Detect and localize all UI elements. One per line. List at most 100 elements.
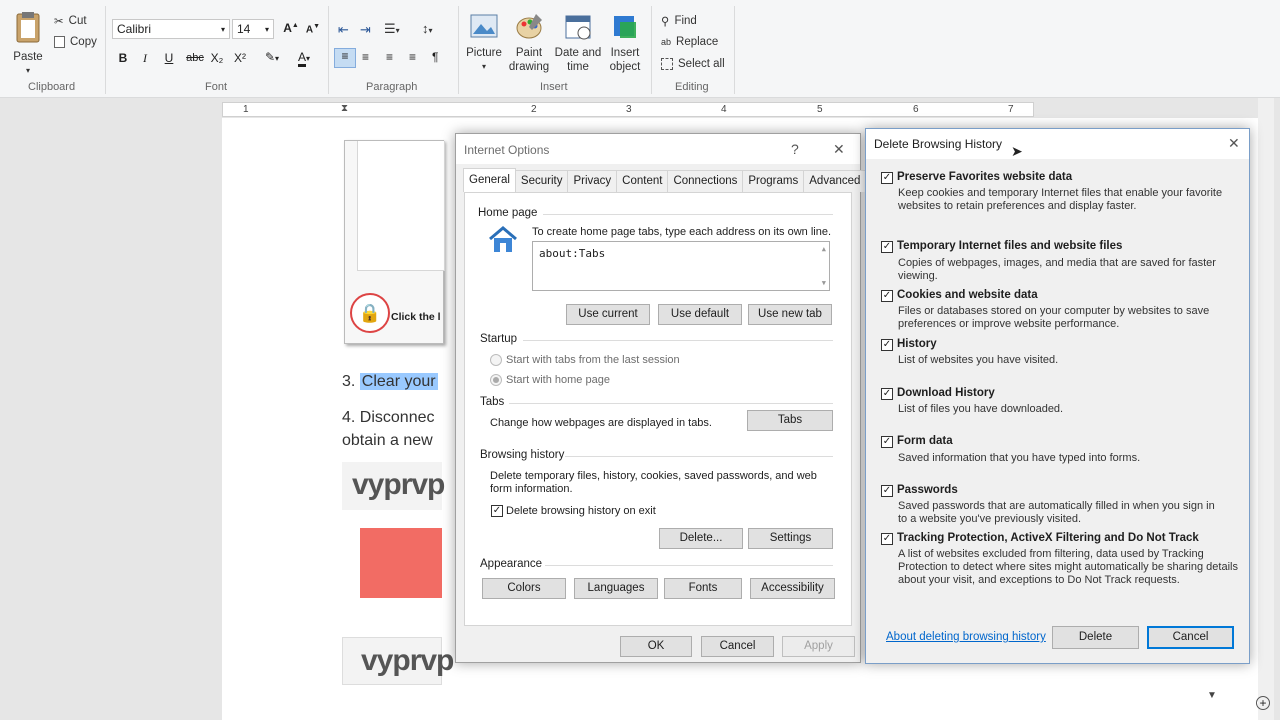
picture-icon xyxy=(470,14,498,38)
form-data-checkbox[interactable]: ✓ xyxy=(881,436,893,448)
tab-security[interactable]: Security xyxy=(514,170,569,192)
history-checkbox[interactable]: ✓ xyxy=(881,339,893,351)
delete-history-button[interactable]: Delete... xyxy=(659,528,743,549)
startup-home-page-label: Start with home page xyxy=(506,374,610,386)
tab-connections[interactable]: Connections xyxy=(667,170,744,192)
scroll-down-arrow[interactable]: ▼ xyxy=(1207,690,1217,701)
tabs-settings-button[interactable]: Tabs xyxy=(747,410,833,431)
cut-button[interactable]: ✂ Cut xyxy=(54,14,87,28)
tabs-description: Change how webpages are displayed in tab… xyxy=(490,417,712,429)
tab-general[interactable]: General xyxy=(463,168,516,192)
step-3-text[interactable]: 3. Clear your xyxy=(342,373,438,391)
delete-history-close-icon[interactable]: ✕ xyxy=(1228,135,1240,152)
preserve-favorites-checkbox[interactable]: ✓ xyxy=(881,172,893,184)
clipboard-group-label: Clipboard xyxy=(28,81,76,93)
tracking-protection-desc-1: A list of websites excluded from filteri… xyxy=(898,548,1204,560)
replace-button[interactable]: ab Replace xyxy=(661,36,718,48)
delete-on-exit-checkbox[interactable]: ✓ xyxy=(491,505,503,517)
cookies-checkbox[interactable]: ✓ xyxy=(881,290,893,302)
vypr-logo-banner: vyprvp xyxy=(342,462,445,510)
startup-home-page-radio[interactable] xyxy=(490,374,502,386)
ok-button[interactable]: OK xyxy=(620,636,692,657)
grow-font-button[interactable]: A▲ xyxy=(282,21,300,35)
copy-button[interactable]: Copy xyxy=(54,36,97,48)
shrink-font-button[interactable]: A▼ xyxy=(304,23,322,35)
general-tab-panel: Home page To create home page tabs, type… xyxy=(464,192,852,626)
fonts-button[interactable]: Fonts xyxy=(664,578,742,599)
zoom-in-icon[interactable]: + xyxy=(1256,696,1270,710)
bold-button[interactable]: B xyxy=(114,51,132,65)
font-family-select[interactable]: Calibri ▾ xyxy=(112,19,230,39)
close-icon[interactable]: ✕ xyxy=(833,141,845,158)
textarea-scroll-up-icon[interactable]: ▲ xyxy=(822,245,826,253)
italic-button[interactable]: I xyxy=(136,51,154,66)
vypr-logo-text-2: vyprvp xyxy=(361,644,454,677)
find-button[interactable]: ⚲ Find xyxy=(661,14,697,28)
history-title: History xyxy=(897,338,937,350)
use-new-tab-button[interactable]: Use new tab xyxy=(748,304,832,325)
highlight-pen-icon[interactable]: ✎▾ xyxy=(258,50,286,64)
align-center-icon[interactable]: ≡ xyxy=(362,50,369,64)
bullets-icon[interactable]: ☰▾ xyxy=(384,21,400,37)
history-settings-button[interactable]: Settings xyxy=(748,528,833,549)
home-page-textarea[interactable]: about:Tabs ▲ ▼ xyxy=(532,241,830,291)
align-left-icon[interactable]: ≡ xyxy=(334,48,356,68)
step-4-line-1[interactable]: 4. Disconnec xyxy=(342,409,435,427)
history-item-list: ✓ Preserve Favorites website data Keep c… xyxy=(866,159,1249,629)
cancel-button[interactable]: Cancel xyxy=(701,636,774,657)
justify-icon[interactable]: ≡ xyxy=(409,50,416,64)
download-history-checkbox[interactable]: ✓ xyxy=(881,388,893,400)
superscript-button[interactable]: X² xyxy=(231,51,249,65)
object-icon xyxy=(614,16,636,38)
font-group-label: Font xyxy=(205,81,228,93)
vertical-scrollbar[interactable] xyxy=(1258,98,1274,720)
step-4-line-2[interactable]: obtain a new xyxy=(342,432,433,450)
help-button[interactable]: ? xyxy=(791,141,799,157)
passwords-checkbox[interactable]: ✓ xyxy=(881,485,893,497)
insert-group-label: Insert xyxy=(540,81,568,93)
accessibility-button[interactable]: Accessibility xyxy=(750,578,835,599)
delete-history-titlebar[interactable]: Delete Browsing History xyxy=(866,129,1249,159)
about-deleting-history-link[interactable]: About deleting browsing history xyxy=(886,631,1046,643)
use-default-button[interactable]: Use default xyxy=(658,304,742,325)
delete-dialog-cancel-button[interactable]: Cancel xyxy=(1147,626,1234,649)
cookies-desc-1: Files or databases stored on your comput… xyxy=(898,305,1210,317)
apply-button[interactable]: Apply xyxy=(782,636,855,657)
tab-programs[interactable]: Programs xyxy=(742,170,805,192)
textarea-scroll-down-icon[interactable]: ▼ xyxy=(822,279,826,287)
increase-indent-icon[interactable]: ⇥ xyxy=(360,22,371,38)
colors-button[interactable]: Colors xyxy=(482,578,566,599)
font-color-button[interactable]: A▾ xyxy=(290,50,318,67)
preserve-favorites-title: Preserve Favorites website data xyxy=(897,171,1073,183)
tab-advanced[interactable]: Advanced xyxy=(803,170,867,192)
languages-button[interactable]: Languages xyxy=(574,578,658,599)
tracking-protection-desc-2: Protection to detect where sites might a… xyxy=(898,561,1238,573)
startup-last-session-radio[interactable] xyxy=(490,354,502,366)
line-spacing-icon[interactable]: ↕▾ xyxy=(422,21,433,36)
strikethrough-button[interactable]: abc xyxy=(184,52,206,64)
decrease-indent-icon[interactable]: ⇤ xyxy=(338,22,349,38)
delete-button[interactable]: Delete xyxy=(1052,626,1139,649)
ruler[interactable]: 1 2 3 4 5 6 7 ⧗ xyxy=(222,102,1034,117)
paste-button[interactable]: Paste ▾ xyxy=(8,10,48,78)
subscript-button[interactable]: X₂ xyxy=(208,51,226,65)
indent-marker[interactable]: ⧗ xyxy=(341,103,348,114)
underline-button[interactable]: U xyxy=(160,51,178,65)
date-time-button[interactable]: Date and time xyxy=(553,12,603,74)
use-current-button[interactable]: Use current xyxy=(566,304,650,325)
cookies-title: Cookies and website data xyxy=(897,289,1038,301)
insert-object-button[interactable]: Insert object xyxy=(604,12,646,74)
internet-options-titlebar[interactable]: Internet Options xyxy=(456,134,860,164)
select-all-button[interactable]: Select all xyxy=(661,58,725,70)
passwords-title: Passwords xyxy=(897,484,958,496)
tab-content[interactable]: Content xyxy=(616,170,669,192)
align-right-icon[interactable]: ≡ xyxy=(386,50,393,64)
font-size-select[interactable]: 14 ▾ xyxy=(232,19,274,39)
temp-files-checkbox[interactable]: ✓ xyxy=(881,241,893,253)
tracking-protection-checkbox[interactable]: ✓ xyxy=(881,533,893,545)
paragraph-settings-icon[interactable]: ¶ xyxy=(432,50,438,64)
picture-button[interactable]: Picture ▾ xyxy=(462,12,506,74)
replace-icon: ab xyxy=(661,37,672,47)
tab-privacy[interactable]: Privacy xyxy=(567,170,618,192)
paint-drawing-button[interactable]: Paint drawing xyxy=(506,12,552,74)
